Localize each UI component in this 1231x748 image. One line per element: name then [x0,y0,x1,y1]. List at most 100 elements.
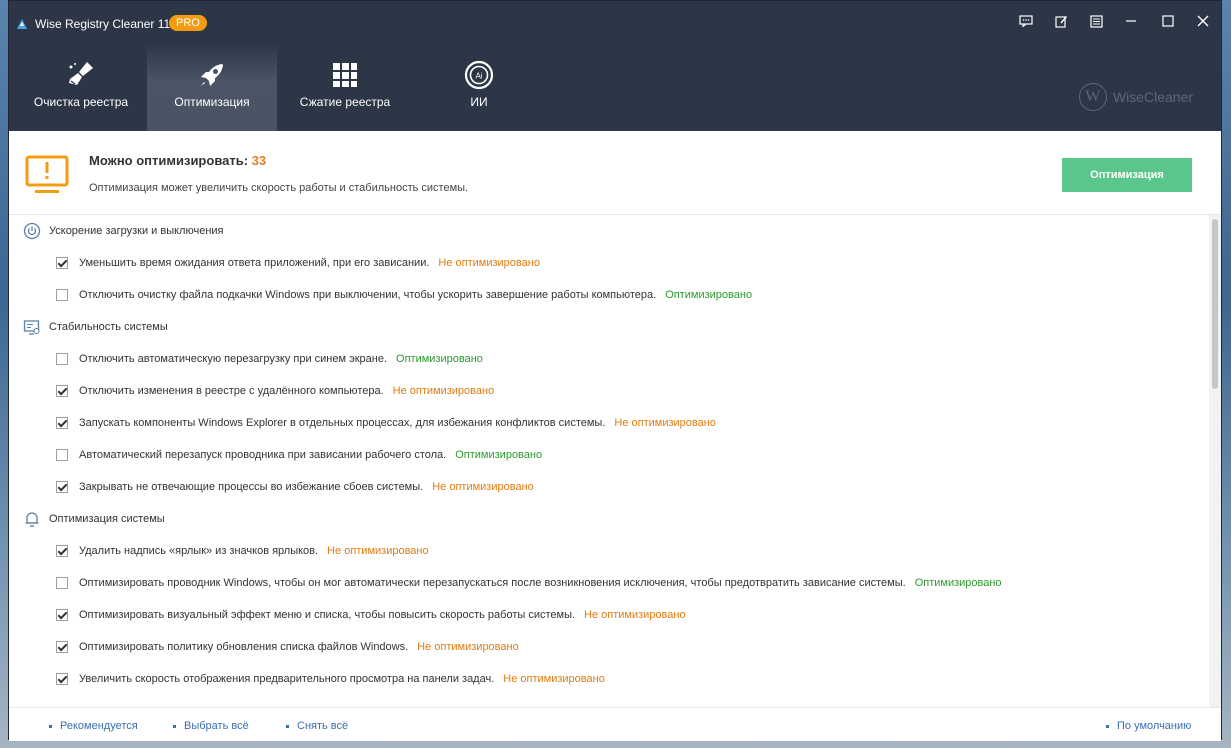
section-title: Стабильность системы [49,321,168,333]
list-item: Закрывать не отвечающие процессы во избе… [9,471,1209,503]
item-label[interactable]: Запускать компоненты Windows Explorer в … [79,417,605,429]
main-tabs: Очистка реестра Оптимизация Сжатие реест… [9,43,1221,131]
list-item: Оптимизировать визуальный эффект меню и … [9,599,1209,631]
item-label[interactable]: Закрывать не отвечающие процессы во избе… [79,481,423,493]
section-header: Стабильность системы [9,311,1209,343]
ai-icon: Ai [464,60,494,90]
title-bar: Wise Registry Cleaner 11 PRO [9,1,1221,43]
edit-icon[interactable] [1050,11,1072,31]
broom-icon [69,62,93,85]
menu-icon[interactable] [1085,11,1107,31]
item-status: Оптимизировано [396,353,483,365]
section-header: Оптимизация системы [9,503,1209,535]
brand-name: WiseCleaner [1112,89,1193,105]
item-status: Оптимизировано [665,289,753,301]
item-checkbox[interactable] [56,545,68,557]
item-label[interactable]: Оптимизировать политику обновления списк… [79,641,408,653]
app-logo-icon [17,19,27,29]
bullet-icon [49,724,52,728]
list-item: Оптимизировать политику обновления списк… [9,631,1209,663]
brand-logo: W WiseCleaner [1078,83,1193,111]
list-item: Отключить автоматическую перезагрузку пр… [9,343,1209,375]
item-checkbox[interactable] [56,449,68,461]
item-status: Оптимизировано [914,577,1002,589]
list-item: Отключить изменения в реестре с удалённо… [9,375,1209,407]
select-all-link[interactable]: Выбрать всё [173,720,249,732]
optimize-button[interactable]: Оптимизация [1062,158,1192,192]
header: Wise Registry Cleaner 11 PRO Очистка рее… [9,1,1221,131]
list-item: Оптимизировать проводник Windows, чтобы … [9,567,1209,599]
power-icon [23,222,41,240]
item-checkbox[interactable] [56,257,68,269]
summary-title-prefix: Можно оптимизировать: [89,153,252,168]
item-checkbox[interactable] [56,481,68,493]
item-label[interactable]: Автоматический перезапуск проводника при… [79,449,446,461]
item-checkbox[interactable] [56,609,68,621]
item-checkbox[interactable] [56,289,68,301]
item-label[interactable]: Отключить изменения в реестре с удалённо… [79,385,384,397]
select-all-label: Выбрать всё [184,720,249,732]
list-item: Автоматический перезапуск проводника при… [9,439,1209,471]
deselect-all-label: Снять всё [297,720,349,732]
item-checkbox[interactable] [56,673,68,685]
item-checkbox[interactable] [56,353,68,365]
item-label[interactable]: Оптимизировать проводник Windows, чтобы … [79,577,906,589]
brand-letter: W [1078,83,1107,111]
list-item: Уменьшить время ожидания ответа приложен… [9,247,1209,279]
default-label: По умолчанию [1117,720,1192,732]
svg-text:Ai: Ai [475,72,482,81]
section-title: Оптимизация системы [49,513,165,525]
item-label[interactable]: Отключить очистку файла подкачки Windows… [79,289,656,301]
app-window: Wise Registry Cleaner 11 PRO Очистка рее… [8,0,1222,741]
bullet-icon [286,724,289,728]
default-link[interactable]: По умолчанию [1106,720,1191,732]
bullet-icon [1106,724,1109,728]
section-header: Ускорение загрузки и выключения [9,215,1209,247]
item-label[interactable]: Удалить надпись «ярлык» из значков ярлык… [79,545,318,557]
item-checkbox[interactable] [56,577,68,589]
item-status: Не оптимизировано [438,257,540,269]
list-item: Отключить очистку файла подкачки Windows… [9,279,1209,311]
scrollbar-thumb[interactable] [1212,219,1218,389]
item-label[interactable]: Увеличить скорость отображения предварит… [79,673,494,685]
recommended-label: Рекомендуется [60,720,138,732]
tab-label: Оптимизация [174,95,250,109]
tab-registry-defrag[interactable]: Сжатие реестра [280,43,410,131]
recommended-link[interactable]: Рекомендуется [49,720,138,732]
item-status: Не оптимизировано [392,385,495,397]
maximize-icon[interactable] [1157,11,1179,31]
list-item: Увеличить скорость отображения предварит… [9,663,1209,695]
item-status: Не оптимизировано [417,641,519,653]
monitor-warning-icon [25,155,69,193]
tab-label: Сжатие реестра [299,95,391,109]
tab-ai[interactable]: Ai ИИ [414,43,544,131]
optimization-list: Ускорение загрузки и выключения Уменьшить… [9,215,1209,707]
minimize-icon[interactable] [1120,11,1142,31]
item-label[interactable]: Отключить автоматическую перезагрузку пр… [79,353,387,365]
tab-label: Очистка реестра [33,95,129,109]
item-label[interactable]: Уменьшить время ожидания ответа приложен… [79,257,429,269]
vertical-scrollbar[interactable] [1209,215,1221,707]
item-checkbox[interactable] [56,385,68,397]
deselect-all-link[interactable]: Снять всё [286,720,348,732]
item-status: Не оптимизировано [432,481,534,493]
summary-description: Оптимизация может увеличить скорость раб… [89,182,469,194]
item-status: Не оптимизировано [503,673,605,685]
tab-optimization[interactable]: Оптимизация [147,43,277,131]
monitor-settings-icon [23,318,41,336]
item-status: Не оптимизировано [614,417,716,429]
close-icon[interactable] [1192,11,1214,31]
rocket-icon [201,64,223,86]
item-checkbox[interactable] [56,417,68,429]
item-status: Не оптимизировано [327,545,429,557]
summary-panel: Можно оптимизировать: 33 Оптимизация мож… [9,131,1221,215]
bullet-icon [173,724,176,728]
list-item: Запускать компоненты Windows Explorer в … [9,407,1209,439]
feedback-icon[interactable] [1015,11,1037,31]
grid-icon [333,63,357,87]
list-item: Удалить надпись «ярлык» из значков ярлык… [9,535,1209,567]
item-checkbox[interactable] [56,641,68,653]
item-status: Оптимизировано [455,449,543,461]
item-label[interactable]: Оптимизировать визуальный эффект меню и … [79,609,575,621]
tab-registry-clean[interactable]: Очистка реестра [16,43,146,131]
